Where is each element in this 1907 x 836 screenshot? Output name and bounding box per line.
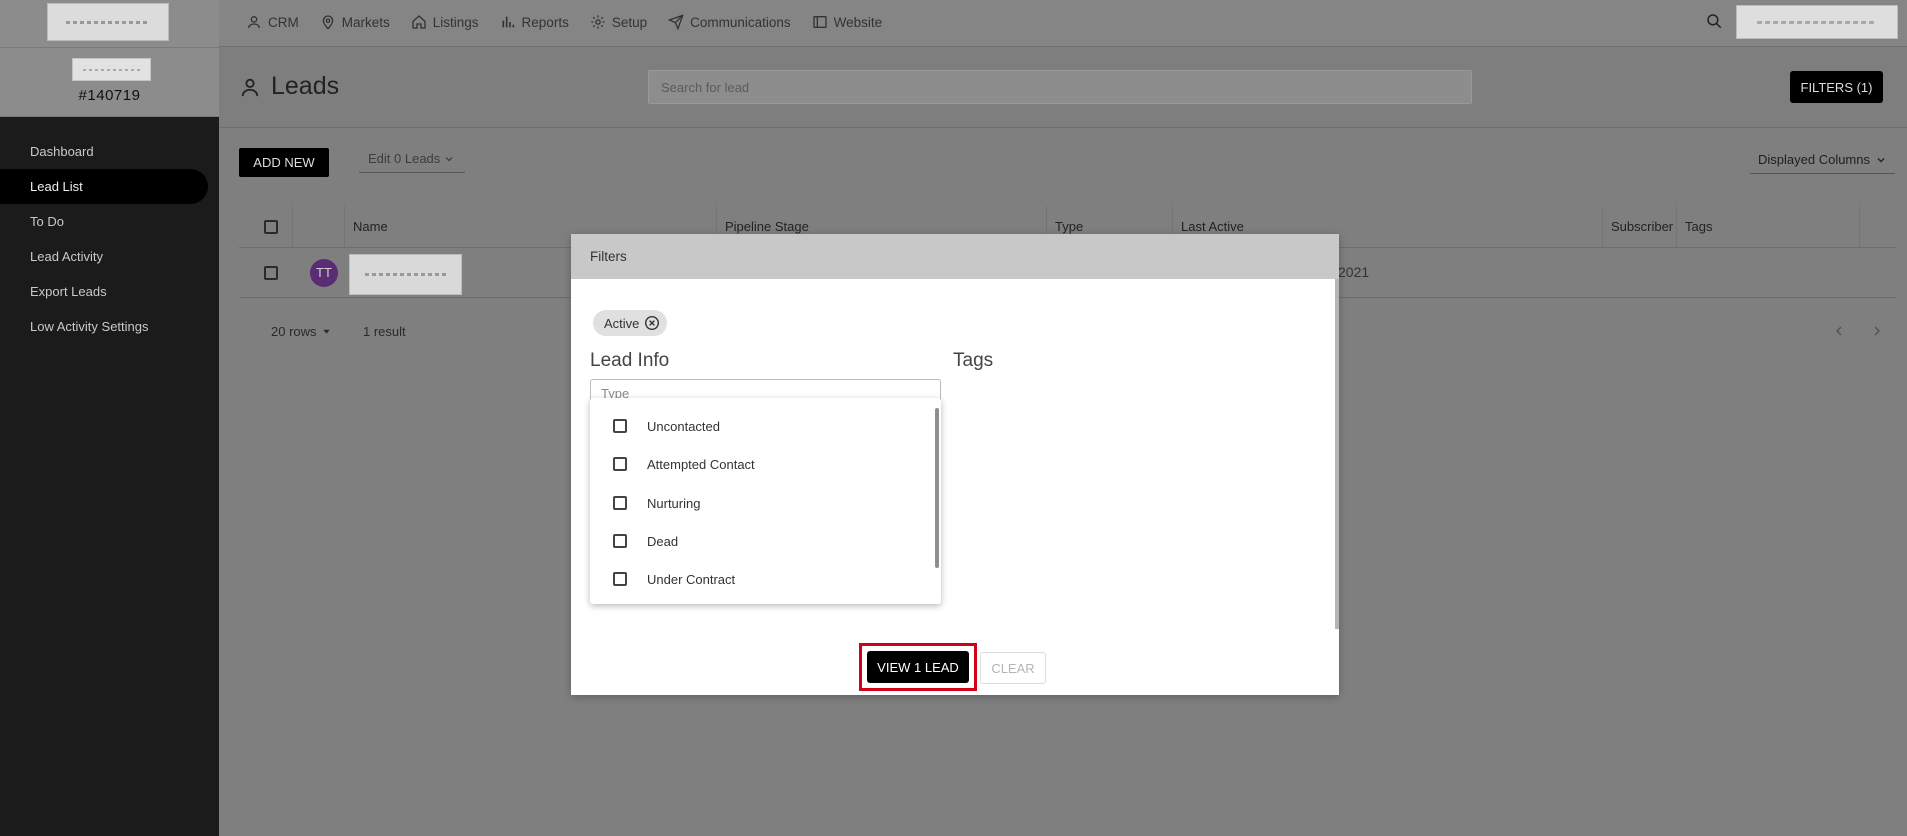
home-icon — [412, 15, 426, 29]
option-nurturing[interactable]: Nurturing — [590, 484, 935, 522]
tags-heading: Tags — [953, 350, 994, 371]
option-uncontacted[interactable]: Uncontacted — [590, 407, 935, 445]
option-label: Under Contract — [647, 571, 736, 587]
result-count: 1 result — [363, 324, 406, 339]
lead-name[interactable] — [349, 254, 462, 295]
nav-markets[interactable]: Markets — [320, 14, 390, 30]
user-profile-menu[interactable] — [1736, 5, 1898, 39]
lead-search-input[interactable] — [648, 70, 1472, 104]
last-active-value: 2021 — [1338, 264, 1370, 280]
account-logo — [72, 58, 151, 81]
edit-leads-dropdown[interactable]: Edit 0 Leads — [359, 146, 465, 173]
option-checkbox[interactable] — [613, 419, 627, 433]
sidebar-item-lead-list[interactable]: Lead List — [0, 169, 208, 204]
sidebar-item-dashboard[interactable]: Dashboard — [0, 134, 219, 169]
view-leads-highlight: VIEW 1 LEAD — [859, 643, 977, 691]
top-nav: CRM Markets Listings Reports Setup Commu… — [246, 0, 903, 44]
nav-communications-label: Communications — [690, 14, 791, 30]
map-pin-icon — [322, 15, 334, 30]
person-icon — [248, 16, 260, 29]
avatar: TT — [310, 259, 338, 287]
active-filter-chip[interactable]: Active — [593, 310, 668, 336]
page-header: Leads FILTERS (1) — [219, 48, 1907, 128]
nav-website[interactable]: Website — [812, 14, 883, 30]
rows-per-page-select[interactable]: 20 rows — [271, 324, 331, 339]
sidebar-item-low-activity-settings[interactable]: Low Activity Settings — [0, 309, 219, 344]
sidebar-item-to-do[interactable]: To Do — [0, 204, 219, 239]
rows-per-page-label: 20 rows — [271, 324, 317, 339]
displayed-columns-dropdown[interactable]: Displayed Columns — [1750, 146, 1895, 174]
sidebar-nav: Dashboard Lead List To Do Lead Activity … — [0, 117, 219, 344]
select-all-checkbox[interactable] — [264, 220, 278, 234]
nav-setup-label: Setup — [611, 14, 648, 30]
edit-leads-label: Edit 0 Leads — [368, 151, 441, 166]
next-page-button[interactable] — [1870, 324, 1884, 338]
sidebar-item-export-leads[interactable]: Export Leads — [0, 274, 219, 309]
person-icon — [241, 78, 259, 96]
option-label: Nurturing — [647, 495, 701, 511]
browser-window-icon — [812, 16, 827, 28]
account-id: #140719 — [78, 87, 141, 104]
nav-listings-label: Listings — [432, 14, 479, 30]
caret-down-icon — [322, 329, 330, 334]
column-header-tags[interactable]: Tags — [1676, 206, 1816, 248]
send-icon — [668, 14, 684, 30]
nav-crm[interactable]: CRM — [246, 14, 299, 30]
option-attempted-contact[interactable]: Attempted Contact — [590, 445, 935, 483]
gear-icon — [591, 15, 605, 29]
option-label: Attempted Contact — [647, 456, 755, 472]
row-checkbox[interactable] — [264, 266, 278, 280]
nav-listings[interactable]: Listings — [411, 14, 479, 30]
top-bar: CRM Markets Listings Reports Setup Commu… — [219, 0, 1907, 47]
modal-title: Filters — [571, 234, 1339, 279]
page-title: Leads — [271, 72, 340, 100]
column-spacer — [1859, 206, 1889, 248]
search-icon — [1707, 14, 1722, 29]
brand-logo[interactable] — [47, 3, 169, 41]
view-leads-button[interactable]: VIEW 1 LEAD — [867, 651, 969, 683]
filters-button[interactable]: FILTERS (1) — [1790, 71, 1883, 103]
column-header-subscriber[interactable]: Subscriber — [1602, 206, 1674, 248]
column-spacer — [292, 206, 344, 248]
filters-modal: Filters Active Lead Info Tags Type Uncon… — [571, 234, 1339, 695]
bar-chart-icon — [502, 16, 514, 28]
option-checkbox[interactable] — [613, 496, 627, 510]
previous-page-button[interactable] — [1832, 324, 1846, 338]
close-circle-icon[interactable] — [644, 315, 660, 331]
chevron-down-icon — [1877, 157, 1885, 162]
nav-communications[interactable]: Communications — [668, 14, 791, 30]
option-label: Dead — [647, 533, 679, 549]
sidebar-item-lead-activity[interactable]: Lead Activity — [0, 239, 219, 274]
page-title-group: Leads — [239, 72, 339, 101]
option-under-contract[interactable]: Under Contract — [590, 560, 935, 598]
chevron-left-icon — [1835, 326, 1842, 336]
option-checkbox[interactable] — [613, 572, 627, 586]
chevron-right-icon — [1874, 326, 1881, 336]
dropdown-scrollbar[interactable] — [935, 408, 939, 568]
type-options-dropdown: Uncontacted Attempted Contact Nurturing … — [590, 398, 941, 604]
nav-crm-label: CRM — [268, 14, 299, 30]
sidebar-header: #140719 — [0, 0, 219, 117]
option-dead[interactable]: Dead — [590, 522, 935, 560]
add-new-button[interactable]: ADD NEW — [239, 148, 329, 177]
lead-info-heading: Lead Info — [590, 350, 670, 371]
global-search-button[interactable] — [1705, 12, 1723, 30]
option-checkbox[interactable] — [613, 457, 627, 471]
nav-reports[interactable]: Reports — [500, 14, 569, 30]
option-label: Uncontacted — [647, 418, 720, 434]
modal-scrollbar[interactable] — [1335, 279, 1339, 629]
active-filter-chip-label: Active — [604, 315, 640, 331]
nav-website-label: Website — [833, 14, 883, 30]
nav-markets-label: Markets — [341, 14, 390, 30]
chevron-down-icon — [445, 157, 453, 162]
sidebar-divider — [0, 47, 219, 48]
nav-setup[interactable]: Setup — [590, 14, 647, 30]
sidebar: #140719 Dashboard Lead List To Do Lead A… — [0, 0, 219, 836]
nav-reports-label: Reports — [521, 14, 569, 30]
clear-filters-button[interactable]: CLEAR — [980, 652, 1046, 684]
option-checkbox[interactable] — [613, 534, 627, 548]
displayed-columns-label: Displayed Columns — [1758, 151, 1870, 167]
